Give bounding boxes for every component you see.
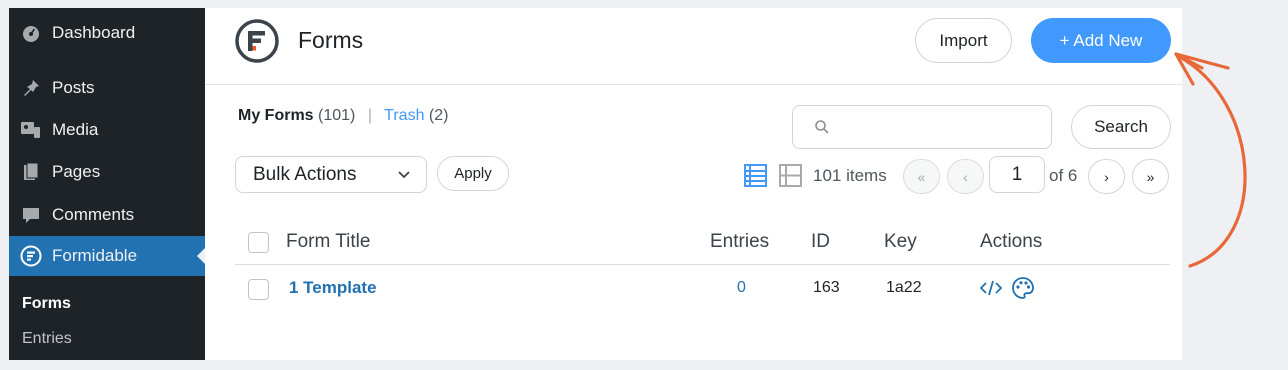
view-separator: | — [367, 107, 372, 124]
search-icon — [814, 119, 830, 140]
add-new-button[interactable]: + Add New — [1031, 18, 1171, 63]
style-palette-icon[interactable] — [1011, 276, 1035, 305]
dashboard-icon — [19, 21, 43, 45]
page-header: Forms Import + Add New — [205, 8, 1182, 85]
column-entries[interactable]: Entries — [710, 231, 769, 253]
search-button[interactable]: Search — [1071, 105, 1171, 149]
first-page-button[interactable]: « — [903, 159, 940, 194]
search-input[interactable] — [792, 105, 1052, 149]
prev-page-button[interactable]: ‹ — [947, 159, 984, 194]
list-view-icon[interactable] — [744, 164, 767, 192]
submenu-item-forms[interactable]: Forms — [22, 295, 71, 313]
column-actions: Actions — [980, 231, 1043, 252]
sidebar-item-dashboard[interactable]: Dashboard — [9, 13, 205, 53]
sidebar-item-label: Pages — [52, 162, 101, 181]
embed-code-icon[interactable] — [979, 278, 1003, 303]
column-form-title[interactable]: Form Title — [286, 231, 370, 253]
page-title: Forms — [298, 27, 364, 53]
view-filters: My Forms (101) | Trash (2) — [238, 107, 448, 125]
column-id[interactable]: ID — [811, 231, 830, 253]
main-content: Forms Import + Add New My Forms (101) | … — [205, 8, 1182, 360]
media-icon — [19, 118, 43, 142]
form-title-link[interactable]: 1 Template — [289, 278, 377, 298]
row-checkbox[interactable] — [248, 279, 269, 300]
comment-icon — [19, 203, 43, 227]
sidebar-item-media[interactable]: Media — [9, 110, 205, 150]
sidebar-item-label: Dashboard — [52, 23, 136, 42]
next-page-button[interactable]: › — [1088, 159, 1125, 194]
pin-icon — [19, 76, 43, 100]
bulk-actions-select[interactable]: Bulk Actions — [235, 156, 427, 193]
column-key[interactable]: Key — [884, 231, 917, 253]
admin-sidebar: Dashboard Posts Media Pages Comments For… — [9, 8, 205, 360]
submenu-item-entries[interactable]: Entries — [22, 330, 72, 348]
form-id: 163 — [813, 279, 840, 296]
excerpt-view-icon[interactable] — [779, 164, 802, 192]
entries-count-link[interactable]: 0 — [737, 279, 746, 297]
formidable-logo-icon — [234, 18, 280, 69]
pages-icon — [19, 160, 43, 184]
chevron-down-icon — [396, 166, 412, 188]
sidebar-item-label: Formidable — [52, 246, 138, 265]
sidebar-item-label: Comments — [52, 205, 135, 224]
import-button[interactable]: Import — [915, 18, 1012, 63]
total-pages: of 6 — [1049, 166, 1078, 185]
trash-count: (2) — [428, 107, 449, 124]
form-key: 1a22 — [886, 279, 922, 296]
view-my-forms[interactable]: My Forms — [238, 107, 314, 124]
sidebar-item-comments[interactable]: Comments — [9, 195, 205, 235]
sidebar-item-label: Media — [52, 120, 99, 139]
view-trash[interactable]: Trash — [384, 107, 424, 124]
formidable-icon — [19, 244, 43, 268]
table-header: Form Title Entries ID Key Actions — [235, 220, 1170, 265]
current-page-input[interactable]: 1 — [989, 156, 1045, 193]
annotation-arrow — [1160, 40, 1270, 285]
sidebar-item-formidable[interactable]: Formidable — [9, 236, 205, 276]
sidebar-item-pages[interactable]: Pages — [9, 152, 205, 192]
my-forms-count: (101) — [318, 107, 356, 124]
apply-button[interactable]: Apply — [437, 156, 509, 191]
sidebar-item-label: Posts — [52, 78, 95, 97]
bulk-actions-value: Bulk Actions — [253, 163, 357, 185]
sidebar-item-posts[interactable]: Posts — [9, 68, 205, 108]
items-count: 101 items — [813, 166, 887, 185]
select-all-checkbox[interactable] — [248, 232, 269, 253]
